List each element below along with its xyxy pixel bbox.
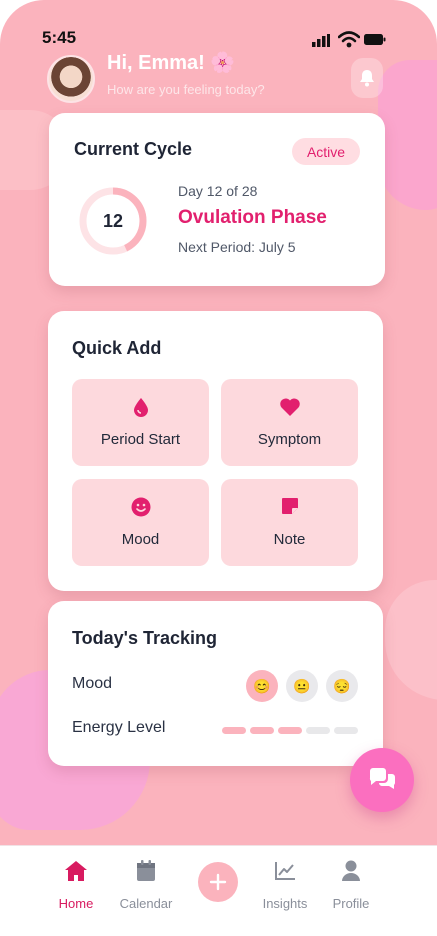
background-blob	[378, 60, 437, 210]
background-blob	[385, 580, 437, 700]
battery-icon	[364, 34, 386, 45]
nav-profile[interactable]: Profile	[316, 858, 386, 911]
chat-bubbles-icon	[369, 768, 395, 789]
quick-add-mood[interactable]: Mood	[72, 479, 209, 566]
cycle-phase: Ovulation Phase	[178, 207, 327, 228]
nav-label: Home	[58, 896, 94, 911]
mood-label: Mood	[72, 675, 113, 692]
home-icon	[65, 861, 87, 881]
mood-option-neutral[interactable]: 😐	[286, 670, 318, 702]
mood-option-sad[interactable]: 😔	[326, 670, 358, 702]
quick-add-note[interactable]: Note	[221, 479, 358, 566]
energy-segment[interactable]	[306, 727, 330, 734]
bottom-nav: Home Calendar Insights Profile	[0, 845, 437, 936]
wifi-icon	[338, 31, 360, 48]
mood-option-happy[interactable]: 😊	[246, 670, 278, 702]
status-badge: Active	[292, 138, 360, 165]
nav-insights[interactable]: Insights	[250, 858, 320, 911]
nav-calendar[interactable]: Calendar	[111, 858, 181, 911]
note-icon	[281, 498, 298, 514]
chat-button[interactable]	[350, 748, 414, 812]
chart-icon	[275, 862, 295, 880]
greeting-title: Hi, Emma! 🌸	[107, 52, 236, 74]
energy-segment[interactable]	[250, 727, 274, 734]
plus-icon	[209, 873, 227, 891]
add-entry-button[interactable]	[198, 862, 238, 902]
status-time: 5:45	[42, 28, 77, 47]
energy-level-label: Energy Level	[72, 719, 166, 736]
calendar-icon	[137, 860, 155, 881]
current-cycle-title: Current Cycle	[74, 139, 193, 159]
nav-label: Profile	[332, 896, 370, 911]
energy-segment[interactable]	[334, 727, 358, 734]
user-icon	[342, 860, 360, 881]
cycle-day-number: 12	[102, 210, 124, 231]
app-screen: 5:45 Hi, Emma! 🌸 How are you feeling tod…	[0, 0, 437, 936]
greeting-subtitle: How are you feeling today?	[107, 82, 265, 97]
quick-add-period-start[interactable]: Period Start	[72, 379, 209, 466]
quick-add-label: Note	[273, 531, 306, 548]
current-cycle-card[interactable]: Current Cycle Active 12 Day 12 of 28 Ovu…	[49, 113, 385, 286]
nav-label: Insights	[262, 896, 308, 911]
avatar[interactable]	[47, 55, 95, 103]
smile-icon	[131, 497, 150, 517]
quick-add-label: Mood	[121, 531, 160, 548]
tracking-title: Today's Tracking	[72, 628, 217, 648]
heart-icon	[279, 398, 300, 416]
notifications-button[interactable]	[351, 58, 383, 98]
next-period: Next Period: July 5	[178, 239, 296, 255]
nav-home[interactable]: Home	[41, 858, 111, 911]
cycle-day-text: Day 12 of 28	[178, 183, 258, 199]
energy-segment[interactable]	[222, 727, 246, 734]
quick-add-card: Quick Add Period Start Symptom Mood Note	[48, 311, 383, 591]
energy-segment[interactable]	[278, 727, 302, 734]
quick-add-title: Quick Add	[72, 338, 162, 358]
todays-tracking-card: Today's Tracking Mood 😊 😐 😔 Energy Level	[48, 601, 383, 766]
nav-label: Calendar	[119, 896, 173, 911]
quick-add-label: Symptom	[257, 431, 322, 448]
drop-icon	[133, 398, 148, 417]
signal-icon	[312, 34, 330, 47]
quick-add-label: Period Start	[100, 431, 181, 448]
bell-icon	[360, 70, 374, 87]
quick-add-symptom[interactable]: Symptom	[221, 379, 358, 466]
